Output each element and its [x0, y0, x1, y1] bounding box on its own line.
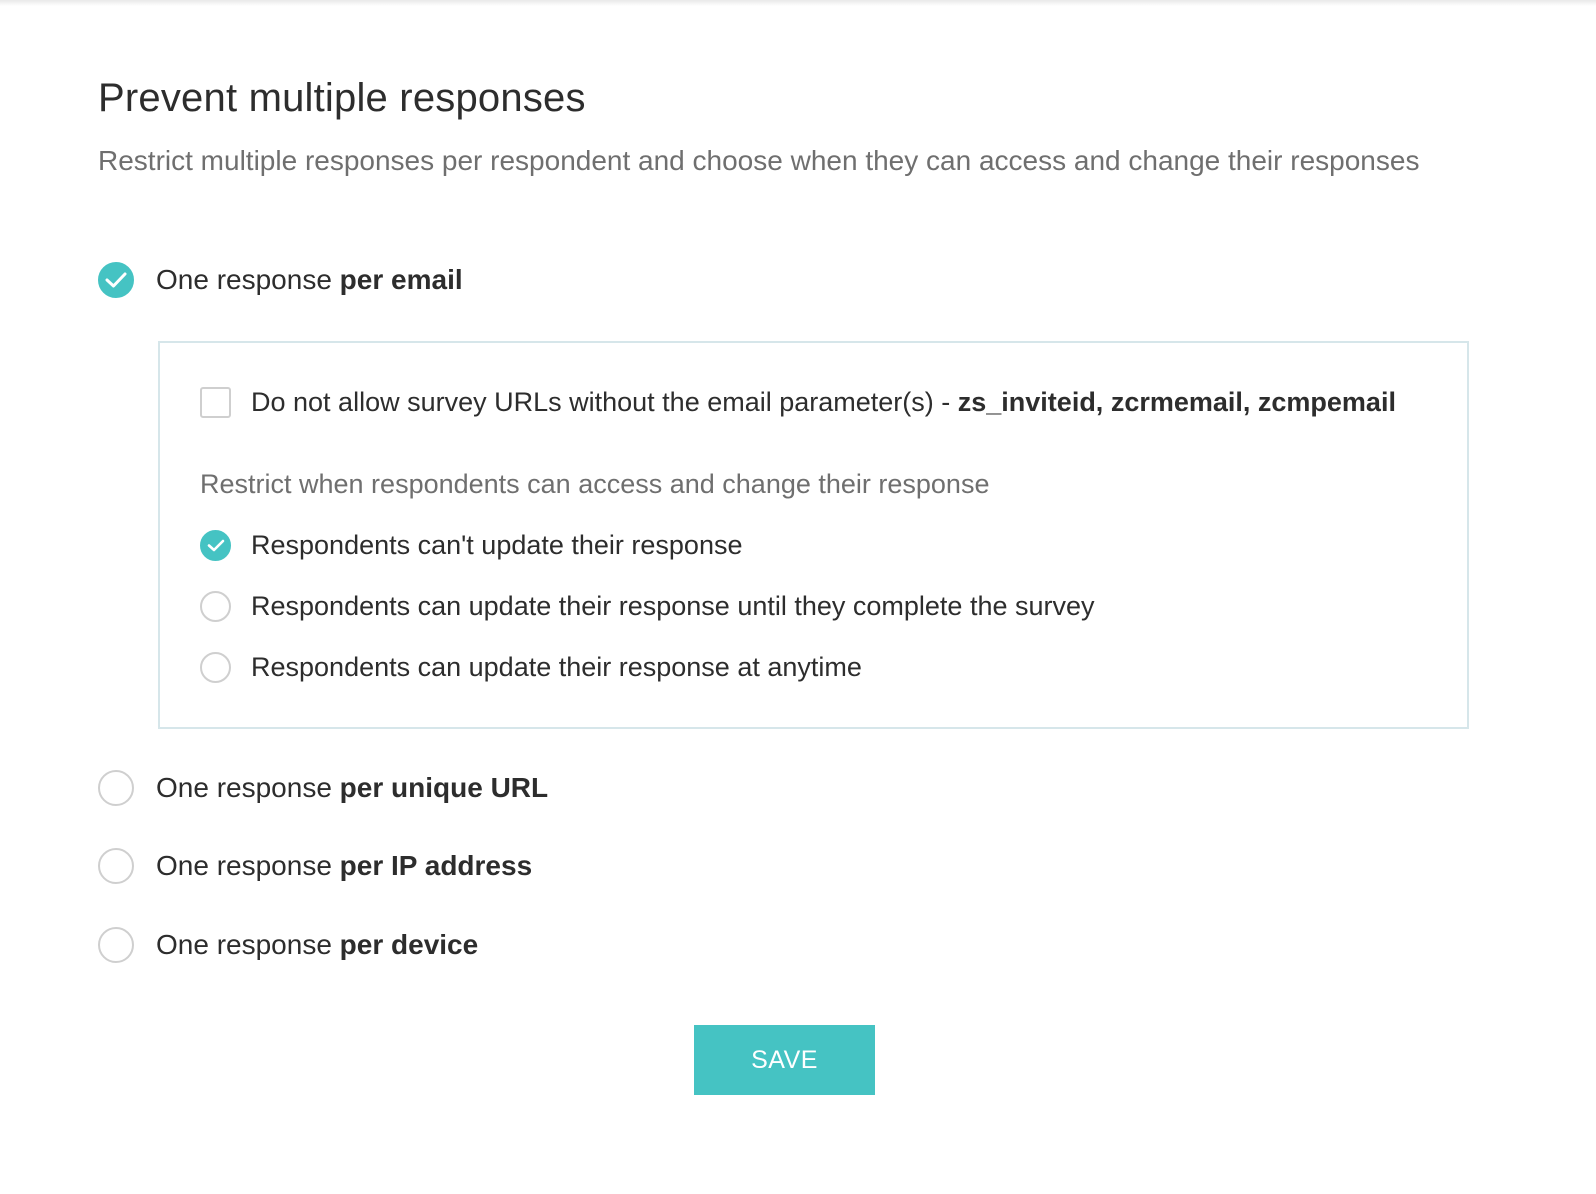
require-email-param-row[interactable]: Do not allow survey URLs without the ema… — [200, 387, 1396, 418]
checked-radio-icon[interactable] — [200, 530, 231, 561]
option-prefix: One response — [156, 929, 340, 960]
option-prefix: One response — [156, 264, 340, 295]
option-per-ip-address[interactable]: One response per IP address — [98, 848, 532, 884]
option-prefix: One response — [156, 772, 340, 803]
radio-icon[interactable] — [98, 770, 134, 806]
require-email-param-checkbox[interactable] — [200, 387, 231, 418]
checkbox-bold: zs_inviteid, zcrmemail, zcmpemail — [957, 387, 1396, 417]
sub-option-until-complete[interactable]: Respondents can update their response un… — [200, 591, 1095, 622]
radio-icon[interactable] — [200, 591, 231, 622]
sub-option-cant-update[interactable]: Respondents can't update their response — [200, 530, 742, 561]
checked-radio-icon[interactable] — [98, 262, 134, 298]
restrict-label: Restrict when respondents can access and… — [200, 469, 990, 499]
option-per-unique-url[interactable]: One response per unique URL — [98, 770, 548, 806]
option-prefix: One response — [156, 850, 340, 881]
checkmark-icon — [207, 539, 224, 552]
sub-option-label: Respondents can update their response un… — [251, 591, 1095, 621]
sub-option-label: Respondents can't update their response — [251, 530, 743, 560]
radio-icon[interactable] — [98, 927, 134, 963]
sub-option-label: Respondents can update their response at… — [251, 652, 862, 682]
option-per-device-label: One response per device — [156, 929, 478, 961]
settings-page: Prevent multiple responses Restrict mult… — [0, 0, 1596, 1194]
option-bold: per device — [339, 929, 479, 960]
option-per-email[interactable]: One response per email — [98, 262, 463, 298]
option-bold: per email — [339, 264, 463, 295]
page-subtitle: Restrict multiple responses per responde… — [98, 145, 1420, 176]
option-per-ip-address-label: One response per IP address — [156, 850, 532, 882]
email-options-panel: Do not allow survey URLs without the ema… — [158, 341, 1469, 729]
radio-icon[interactable] — [98, 848, 134, 884]
option-per-device[interactable]: One response per device — [98, 927, 478, 963]
save-button[interactable]: SAVE — [694, 1025, 875, 1095]
page-title: Prevent multiple responses — [98, 76, 586, 120]
checkmark-icon — [105, 272, 127, 288]
sub-option-anytime[interactable]: Respondents can update their response at… — [200, 652, 862, 683]
option-bold: per unique URL — [339, 772, 549, 803]
top-shadow — [0, 0, 1596, 6]
checkbox-prefix: Do not allow survey URLs without the ema… — [251, 387, 958, 417]
option-per-unique-url-label: One response per unique URL — [156, 772, 548, 804]
option-bold: per IP address — [339, 850, 533, 881]
require-email-param-label: Do not allow survey URLs without the ema… — [251, 387, 1396, 418]
radio-icon[interactable] — [200, 652, 231, 683]
option-per-email-label: One response per email — [156, 264, 463, 296]
